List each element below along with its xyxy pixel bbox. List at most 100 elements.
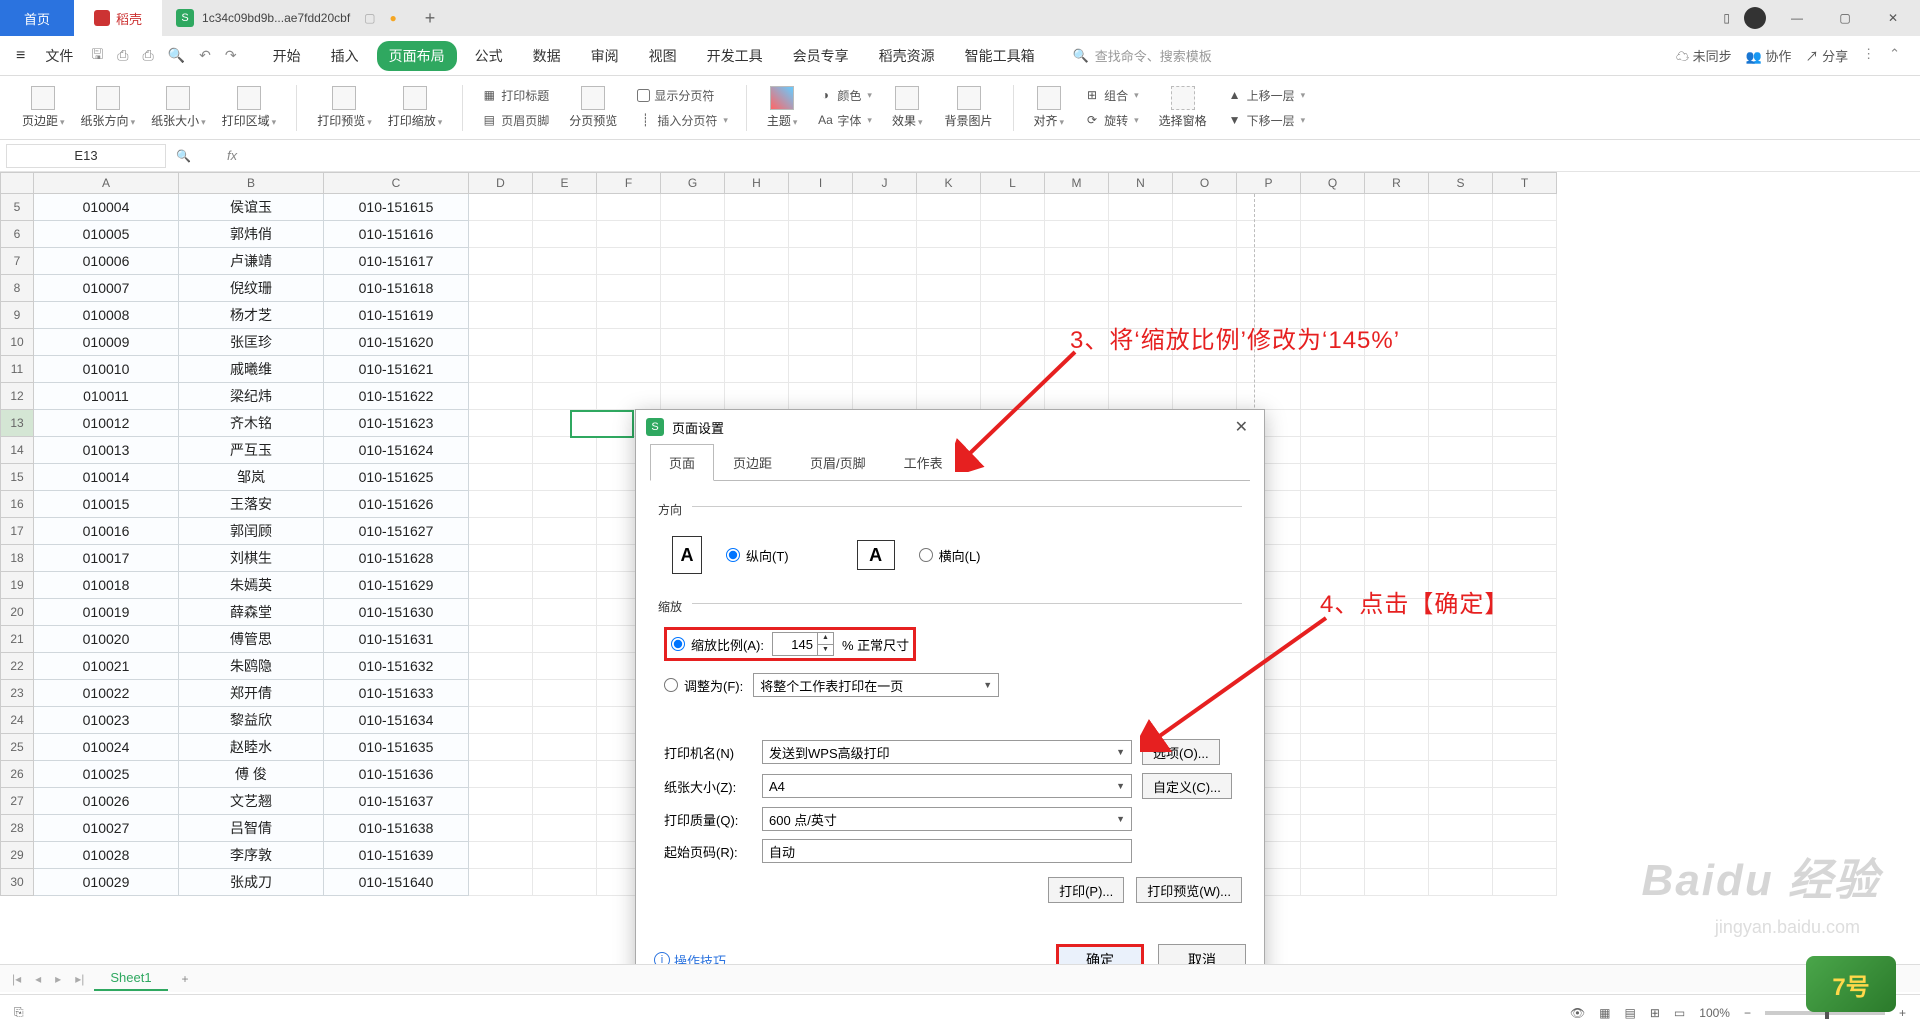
cell[interactable] [981,194,1045,221]
cell[interactable] [789,194,853,221]
cell[interactable] [1301,491,1365,518]
cell[interactable] [1429,545,1493,572]
cell[interactable]: 010009 [34,329,179,356]
cell[interactable]: 010-151626 [324,491,469,518]
cell[interactable] [1493,680,1557,707]
quality-combo[interactable]: 600 点/英寸▼ [762,807,1132,831]
cell[interactable] [1493,464,1557,491]
menu-开始[interactable]: 开始 [261,41,313,71]
col-header[interactable]: N [1109,172,1173,194]
cell[interactable] [1045,383,1109,410]
group-button[interactable]: ⊞组合▾ [1078,85,1145,106]
cell[interactable]: 朱嫣英 [179,572,324,599]
cell[interactable] [469,383,533,410]
cell[interactable]: 010016 [34,518,179,545]
col-header[interactable]: I [789,172,853,194]
cell[interactable] [533,788,597,815]
paper-custom-button[interactable]: 自定义(C)... [1142,773,1232,799]
cell[interactable] [917,275,981,302]
row-header[interactable]: 21 [0,626,34,653]
ribbon-纸张大小[interactable]: 纸张大小▾ [143,86,214,129]
command-search[interactable]: 🔍 查找命令、搜索模板 [1073,46,1212,65]
printer-combo[interactable]: 发送到WPS高级打印▼ [762,740,1132,764]
cell[interactable] [1429,194,1493,221]
cell[interactable] [597,221,661,248]
cell[interactable] [1493,275,1557,302]
cell[interactable] [469,194,533,221]
cell[interactable]: 文艺翘 [179,788,324,815]
fx-label[interactable]: fx [227,148,237,163]
row-header[interactable]: 28 [0,815,34,842]
cell[interactable]: 张成刀 [179,869,324,896]
rotate-button[interactable]: ⟳旋转▾ [1078,110,1145,131]
cell[interactable]: 010-151628 [324,545,469,572]
cell[interactable] [469,680,533,707]
cell[interactable] [981,356,1045,383]
cell[interactable] [533,626,597,653]
cell[interactable] [1365,545,1429,572]
cell[interactable] [1429,248,1493,275]
cell[interactable] [1493,302,1557,329]
cell[interactable] [1493,194,1557,221]
row-header[interactable]: 14 [0,437,34,464]
file-menu[interactable]: 文件 [37,46,81,66]
cell[interactable] [1365,707,1429,734]
print-preview-button[interactable]: 打印预览(W)... [1136,877,1242,903]
cell[interactable]: 薛森堂 [179,599,324,626]
cell[interactable] [1237,221,1301,248]
col-header[interactable]: R [1365,172,1429,194]
cell[interactable] [1045,356,1109,383]
cell[interactable] [1301,383,1365,410]
cell[interactable] [1429,626,1493,653]
cell[interactable]: 010024 [34,734,179,761]
show-breaks-checkbox[interactable] [637,89,650,102]
cell[interactable] [1365,248,1429,275]
cell[interactable] [661,302,725,329]
cell[interactable] [853,194,917,221]
cell[interactable] [469,356,533,383]
cell[interactable] [1429,221,1493,248]
cell[interactable] [1301,707,1365,734]
row-header[interactable]: 8 [0,275,34,302]
cell[interactable] [533,194,597,221]
cell[interactable] [533,302,597,329]
cell[interactable]: 010-151640 [324,869,469,896]
cell[interactable] [533,599,597,626]
qat-saveas-icon[interactable]: ⎙ [113,47,132,64]
send-backward[interactable]: ▼下移一层▾ [1221,110,1312,131]
cell[interactable] [597,329,661,356]
cell[interactable] [1493,653,1557,680]
cell[interactable] [917,356,981,383]
cell[interactable] [469,788,533,815]
startpage-input[interactable] [762,839,1132,863]
row-header[interactable]: 29 [0,842,34,869]
cell[interactable] [469,410,533,437]
cell[interactable] [917,221,981,248]
cell[interactable] [469,815,533,842]
cell[interactable] [1301,194,1365,221]
cell[interactable]: 卢谦靖 [179,248,324,275]
cell[interactable] [1173,194,1237,221]
cell[interactable] [1429,842,1493,869]
cell[interactable]: 李序敦 [179,842,324,869]
cell[interactable] [981,383,1045,410]
sync-status[interactable]: ☁ 未同步 [1676,46,1732,65]
menu-数据[interactable]: 数据 [521,41,573,71]
cell[interactable] [1493,248,1557,275]
cell[interactable] [1365,788,1429,815]
cell[interactable] [789,248,853,275]
cell[interactable] [661,356,725,383]
fit-to-radio[interactable]: 调整为(F): [664,676,743,695]
cell[interactable] [597,194,661,221]
cell[interactable] [1301,221,1365,248]
cell[interactable] [1365,275,1429,302]
cell[interactable] [533,383,597,410]
col-header[interactable]: D [469,172,533,194]
theme-button[interactable]: 主题▾ [759,86,806,129]
cell[interactable] [469,572,533,599]
cell[interactable]: 010-151618 [324,275,469,302]
cell[interactable] [1365,194,1429,221]
avatar[interactable] [1744,7,1766,29]
row-header[interactable]: 27 [0,788,34,815]
cell[interactable] [1301,680,1365,707]
